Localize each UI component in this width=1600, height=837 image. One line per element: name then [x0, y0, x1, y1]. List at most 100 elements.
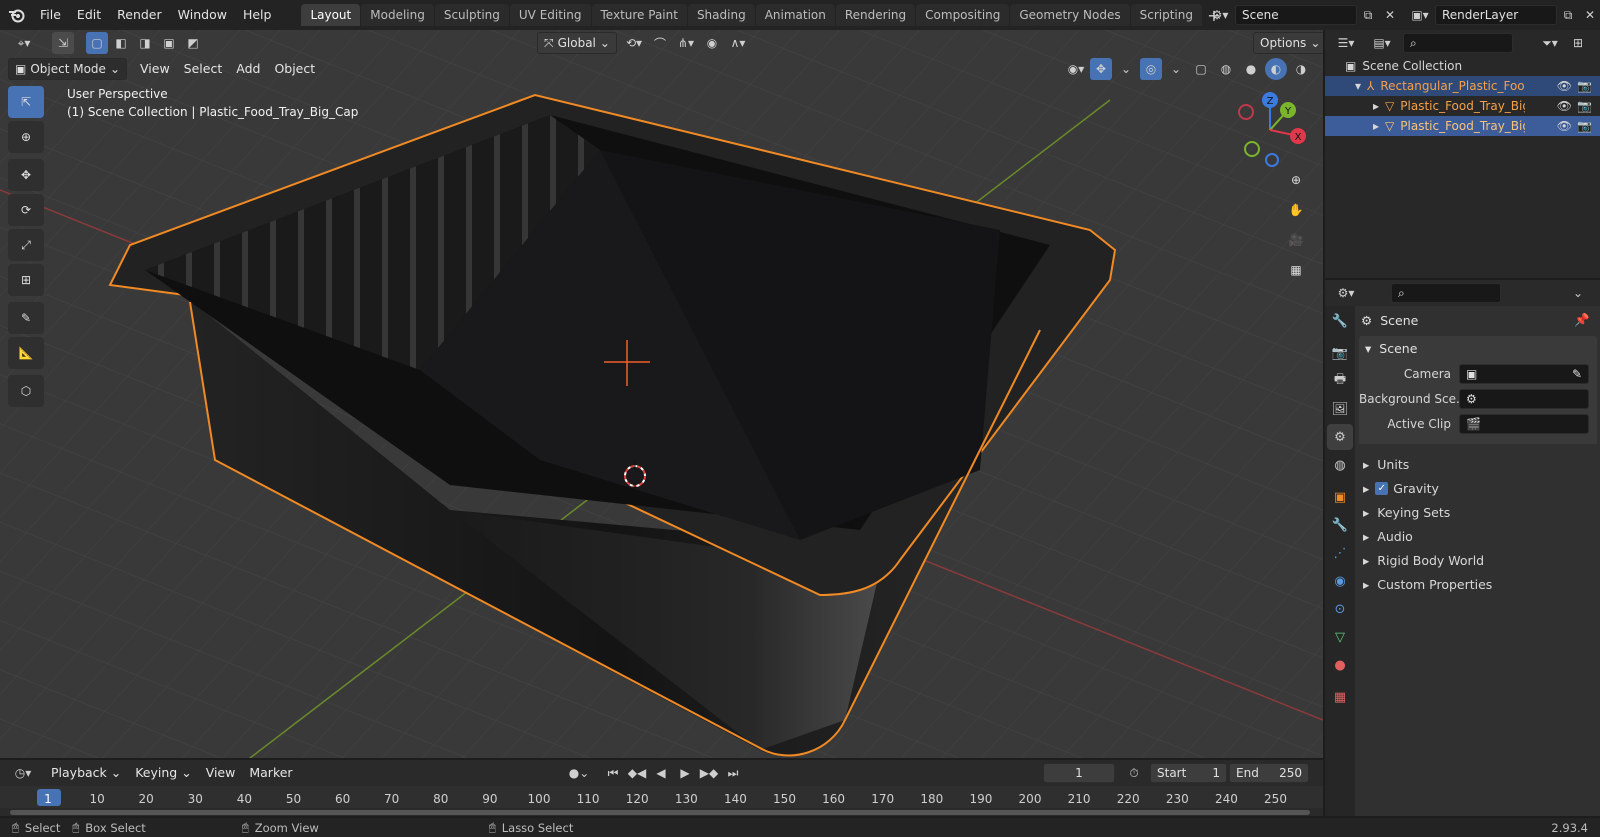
3d-viewport[interactable]: ⌖▾ ⇲ ▢ ◧ ◨ ▣ ◩ ⤧ Global ⌄ ⟲▾ ⌒ ⋔▾ ◉ ∧▾ O… [0, 30, 1323, 758]
transform-tool[interactable]: ⊞ [8, 264, 44, 296]
annotate-tool[interactable]: ✎ [8, 302, 44, 334]
outliner-item-row[interactable]: ▸ ▽ Plastic_Food_Tray_Big_C 👁 📷 [1325, 116, 1600, 136]
tab-compositing[interactable]: Compositing [916, 4, 1010, 26]
scene-icon[interactable]: ⚙▾ [1205, 4, 1235, 26]
menu-render[interactable]: Render [109, 4, 170, 26]
menu-help[interactable]: Help [235, 4, 280, 26]
outliner-search-input[interactable]: ⌕ [1403, 33, 1513, 53]
jump-start-icon[interactable]: ⏮ [602, 762, 624, 784]
proportional-editing-icon[interactable]: ◉ [701, 32, 723, 54]
properties-search-input[interactable]: ⌕ [1391, 283, 1501, 303]
tab-animation[interactable]: Animation [755, 4, 835, 26]
editor-type-icon[interactable]: ⌖▾ [8, 32, 40, 54]
zoom-view-icon[interactable]: ⊕ [1281, 166, 1311, 194]
tab-rendering[interactable]: Rendering [835, 4, 916, 26]
tab-sculpting[interactable]: Sculpting [434, 4, 509, 26]
visibility-eye-icon[interactable]: 👁 [1557, 119, 1572, 133]
tab-geometry-nodes[interactable]: Geometry Nodes [1010, 4, 1130, 26]
object-tab-icon[interactable]: ▣ [1327, 484, 1353, 510]
options-dropdown[interactable]: Options ⌄ [1253, 32, 1323, 54]
pan-view-icon[interactable]: ✋ [1281, 196, 1311, 224]
end-frame-field[interactable]: End 250 [1229, 763, 1309, 783]
solid-shading-icon[interactable]: ● [1240, 58, 1262, 80]
viewport-menu-object[interactable]: Object [267, 58, 322, 80]
scene-name-field[interactable]: Scene [1235, 5, 1357, 25]
constraints-tab-icon[interactable]: ⊙ [1327, 596, 1353, 622]
camera-field[interactable]: ▣ ✎ [1459, 364, 1589, 384]
scene-tab-icon[interactable]: ⚙ [1327, 424, 1353, 450]
snap-icon[interactable]: ⌒ [649, 32, 671, 54]
timeline-menu-marker[interactable]: Marker [242, 762, 299, 784]
overlays-dropdown-icon[interactable]: ⌄ [1165, 58, 1187, 80]
renderlayer-name-field[interactable]: RenderLayer [1435, 5, 1557, 25]
render-camera-icon[interactable]: 📷 [1577, 99, 1592, 113]
move-tool[interactable]: ✥ [8, 159, 44, 191]
transform-orientation-dropdown[interactable]: ⤧ Global ⌄ [537, 32, 617, 54]
visibility-icon[interactable]: ◉▾ [1065, 58, 1087, 80]
shading-dropdown-icon[interactable]: ⌄ [1315, 58, 1323, 80]
gizmo-toggle-icon[interactable]: ✥ [1090, 58, 1112, 80]
render-camera-icon[interactable]: 📷 [1577, 119, 1592, 133]
rendered-shading-icon[interactable]: ◑ [1290, 58, 1312, 80]
outliner-item-row[interactable]: ▾ ⅄ Rectangular_Plastic_Food_Tr 👁 📷 [1325, 76, 1600, 96]
timeline-editor-type-icon[interactable]: ◷▾ [8, 762, 38, 784]
extend-selection-icon[interactable]: ◧ [110, 32, 132, 54]
material-preview-icon[interactable]: ◐ [1265, 58, 1287, 80]
tool-tab-icon[interactable]: 🔧 [1327, 308, 1353, 334]
intersect-selection-icon[interactable]: ◩ [182, 32, 204, 54]
data-tab-icon[interactable]: ▽ [1327, 624, 1353, 650]
subtract-selection-icon[interactable]: ◨ [134, 32, 156, 54]
rotate-tool[interactable]: ⟳ [8, 194, 44, 226]
blender-logo-icon[interactable] [6, 4, 28, 26]
frame-ruler[interactable]: 1 10 20 30 40 50 60 70 80 90 100 110 120 130 140 150 160… [0, 786, 1323, 808]
jump-keyframe-back-icon[interactable]: ◆◀ [626, 762, 648, 784]
falloff-icon[interactable]: ∧▾ [727, 32, 749, 54]
copy-scene-icon[interactable]: ⧉ [1357, 4, 1379, 26]
menu-file[interactable]: File [32, 4, 69, 26]
cursor-tool[interactable]: ⊕ [8, 121, 44, 153]
tab-scripting[interactable]: Scripting [1130, 4, 1202, 26]
tab-layout[interactable]: Layout [301, 4, 361, 26]
jump-end-icon[interactable]: ⏭ [722, 762, 744, 784]
overlays-toggle-icon[interactable]: ◎ [1140, 58, 1162, 80]
xray-toggle-icon[interactable]: ▢ [1190, 58, 1212, 80]
scene-panel-header[interactable]: ▾ Scene [1359, 336, 1597, 360]
pivot-point-icon[interactable]: ⟲▾ [623, 32, 645, 54]
render-tab-icon[interactable]: 📷 [1327, 340, 1353, 366]
set-new-selection-icon[interactable]: ▢ [86, 32, 108, 54]
viewport-menu-view[interactable]: View [133, 58, 177, 80]
tab-uv-editing[interactable]: UV Editing [509, 4, 591, 26]
navigation-gizmo[interactable]: Z Y X [1230, 88, 1310, 168]
units-panel-header[interactable]: ▸ Units [1359, 452, 1599, 476]
snap-target-icon[interactable]: ⋔▾ [675, 32, 697, 54]
properties-editor-type-icon[interactable]: ⚙▾ [1331, 282, 1361, 304]
tab-texture-paint[interactable]: Texture Paint [591, 4, 687, 26]
world-tab-icon[interactable]: ◍ [1327, 452, 1353, 478]
render-camera-icon[interactable]: 📷 [1577, 79, 1592, 93]
outliner-root-row[interactable]: ▣ Scene Collection [1325, 56, 1600, 76]
renderlayer-icon[interactable]: ▣▾ [1405, 4, 1435, 26]
custom-properties-panel-header[interactable]: ▸ Custom Properties [1359, 572, 1599, 596]
play-icon[interactable]: ▶ [674, 762, 696, 784]
new-collection-icon[interactable]: ⊞ [1567, 32, 1589, 54]
pin-icon[interactable]: 📌 [1574, 312, 1590, 328]
audio-panel-header[interactable]: ▸ Audio [1359, 524, 1599, 548]
tab-shading[interactable]: Shading [687, 4, 755, 26]
viewport-menu-add[interactable]: Add [229, 58, 267, 80]
modifier-tab-icon[interactable]: 🔧 [1327, 512, 1353, 538]
select-box-tool[interactable]: ⇱ [8, 86, 44, 118]
visibility-eye-icon[interactable]: 👁 [1557, 79, 1572, 93]
active-clip-field[interactable]: 🎬 [1459, 414, 1589, 434]
measure-tool[interactable]: 📐 [8, 337, 44, 369]
close-renderlayer-icon[interactable]: ✕ [1579, 4, 1600, 26]
camera-view-icon[interactable]: 🎥 [1281, 226, 1311, 254]
timeline-menu-keying[interactable]: Keying ⌄ [128, 762, 198, 784]
output-tab-icon[interactable]: 🖶 [1327, 368, 1353, 394]
material-tab-icon[interactable]: ● [1327, 652, 1353, 678]
timeline-scrollbar[interactable] [10, 810, 1310, 815]
record-icon[interactable]: ●⌄ [568, 762, 590, 784]
physics-tab-icon[interactable]: ◉ [1327, 568, 1353, 594]
properties-options-icon[interactable]: ⌄ [1567, 282, 1589, 304]
eyedropper-icon[interactable]: ✎ [1572, 365, 1582, 383]
keying-sets-panel-header[interactable]: ▸ Keying Sets [1359, 500, 1599, 524]
